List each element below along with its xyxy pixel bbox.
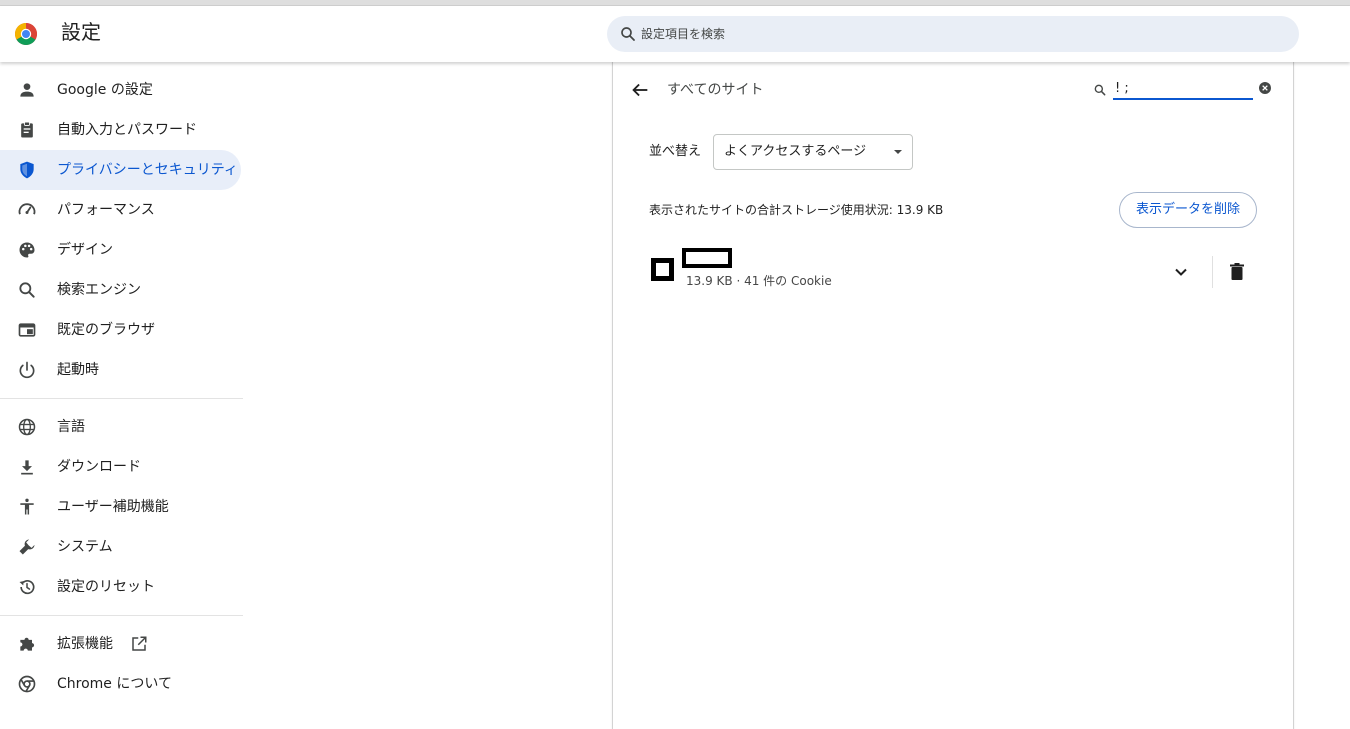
all-sites-card: すべてのサイト 並べ替え よくアクセスするページ 表示されたサイトの合計ストレー… <box>612 62 1294 729</box>
page-title: 設定 <box>61 20 101 44</box>
sidebar-item-accessibility[interactable]: ユーザー補助機能 <box>0 487 241 527</box>
sidebar-item-about-chrome[interactable]: Chrome について <box>0 664 241 704</box>
chevron-down-icon[interactable] <box>1169 260 1193 284</box>
search-icon <box>1094 84 1106 96</box>
sidebar-item-system[interactable]: システム <box>0 527 241 567</box>
open-in-new-icon <box>132 636 147 651</box>
sidebar-item-label: 検索エンジン <box>57 282 141 298</box>
sidebar-item-label: 拡張機能 <box>57 636 113 652</box>
person-icon <box>20 83 34 97</box>
sidebar-item-privacy[interactable]: プライバシーとセキュリティ <box>0 150 241 190</box>
sidebar-item-label: 設定のリセット <box>57 579 155 595</box>
sort-dropdown[interactable]: よくアクセスするページ <box>713 134 913 170</box>
sidebar-item-languages[interactable]: 言語 <box>0 407 241 447</box>
back-arrow-icon[interactable] <box>629 79 651 101</box>
sidebar-divider <box>0 398 243 399</box>
chrome-icon <box>18 675 36 693</box>
settings-search-input[interactable] <box>641 16 1281 52</box>
search-icon <box>621 27 635 41</box>
sidebar-item-appearance[interactable]: デザイン <box>0 230 241 270</box>
settings-header: 設定 <box>0 6 1350 62</box>
storage-usage-text: 表示されたサイトの合計ストレージ使用状況: 13.9 KB <box>649 203 944 217</box>
search-icon <box>19 282 35 298</box>
sidebar-item-google-settings[interactable]: Google の設定 <box>0 70 241 110</box>
sidebar-item-default-browser[interactable]: 既定のブラウザ <box>0 310 241 350</box>
clear-displayed-data-button[interactable]: 表示データを削除 <box>1119 192 1257 228</box>
palette-icon <box>19 242 35 258</box>
download-icon <box>21 460 33 475</box>
browser-window-icon <box>18 323 36 337</box>
sidebar-item-label: デザイン <box>57 242 113 258</box>
wrench-icon <box>19 539 35 555</box>
settings-search-box[interactable] <box>607 16 1299 52</box>
sidebar-item-label: 既定のブラウザ <box>57 322 155 338</box>
sidebar-item-on-startup[interactable]: 起動時 <box>0 350 241 390</box>
chrome-logo-icon <box>15 23 37 45</box>
sidebar-item-performance[interactable]: パフォーマンス <box>0 190 241 230</box>
sidebar-item-label: Google の設定 <box>57 82 153 98</box>
sidebar-item-label: プライバシーとセキュリティ <box>57 162 238 178</box>
sidebar-item-reset[interactable]: 設定のリセット <box>0 567 241 607</box>
sidebar-item-label: Chrome について <box>57 676 172 692</box>
site-entry-row[interactable]: 13.9 KB · 41 件の Cookie <box>633 242 1275 302</box>
globe-icon <box>18 418 36 436</box>
sidebar-item-downloads[interactable]: ダウンロード <box>0 447 241 487</box>
sidebar: Google の設定 自動入力とパスワード プライバシーとセキュリティ パフォー… <box>0 62 243 729</box>
site-name-redacted[interactable] <box>682 248 732 268</box>
sidebar-item-label: ダウンロード <box>57 459 141 475</box>
dropdown-caret-icon <box>894 150 902 154</box>
speedometer-icon <box>18 203 36 215</box>
accessibility-icon <box>20 498 34 515</box>
row-separator <box>1212 256 1213 288</box>
sidebar-divider <box>0 615 243 616</box>
site-search[interactable] <box>1093 76 1275 104</box>
sort-label: 並べ替え <box>649 144 702 159</box>
puzzle-icon <box>20 637 35 651</box>
sidebar-item-label: 言語 <box>57 419 85 435</box>
clear-search-icon[interactable] <box>1257 80 1273 96</box>
site-search-input[interactable] <box>1113 78 1253 100</box>
site-storage-meta: 13.9 KB · 41 件の Cookie <box>686 274 832 288</box>
sidebar-item-search-engine[interactable]: 検索エンジン <box>0 270 241 310</box>
sidebar-item-label: ユーザー補助機能 <box>57 499 169 515</box>
sidebar-item-label: 起動時 <box>57 362 99 378</box>
site-favicon <box>651 258 674 281</box>
subpage-title: すべてのサイト <box>667 82 764 98</box>
clipboard-icon <box>21 121 33 138</box>
sidebar-item-label: 自動入力とパスワード <box>57 122 197 138</box>
sidebar-item-autofill[interactable]: 自動入力とパスワード <box>0 110 241 150</box>
shield-icon <box>20 161 34 179</box>
trash-icon[interactable] <box>1225 260 1249 284</box>
sort-selected-value: よくアクセスするページ <box>724 144 867 159</box>
sidebar-item-label: システム <box>57 539 113 555</box>
history-icon <box>19 580 35 595</box>
sidebar-item-label: パフォーマンス <box>57 202 155 218</box>
sidebar-item-extensions[interactable]: 拡張機能 <box>0 624 241 664</box>
power-icon <box>19 361 35 379</box>
